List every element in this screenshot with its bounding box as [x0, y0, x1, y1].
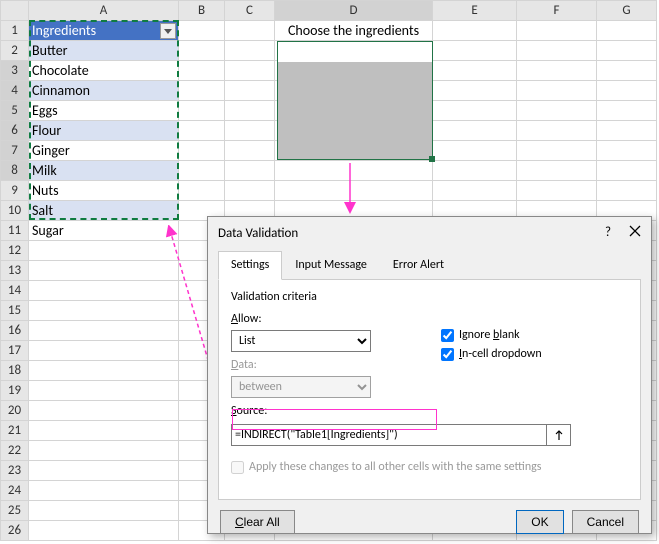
range-picker-icon[interactable] — [547, 424, 571, 446]
row-header[interactable]: 11 — [1, 221, 29, 241]
tab-input-message[interactable]: Input Message — [282, 251, 380, 279]
row-header[interactable]: 22 — [1, 441, 29, 461]
row-header[interactable]: 14 — [1, 281, 29, 301]
table-row[interactable]: Cinnamon — [29, 81, 179, 101]
col-header[interactable]: G — [597, 1, 657, 21]
source-label: Source: — [231, 404, 421, 418]
settings-panel: Validation criteria Allow: List Data: be… — [218, 280, 641, 500]
clear-all-button[interactable]: Clear All — [220, 510, 295, 534]
table-row[interactable]: Sugar — [29, 221, 179, 241]
col-header[interactable]: F — [517, 1, 597, 21]
row-header[interactable]: 8 — [1, 161, 29, 181]
apply-all-checkbox — [231, 461, 244, 474]
col-header[interactable]: A — [29, 1, 179, 21]
tab-settings[interactable]: Settings — [218, 251, 282, 280]
col-header[interactable]: D — [275, 1, 433, 21]
table-row[interactable]: Flour — [29, 121, 179, 141]
row-header[interactable]: 26 — [1, 521, 29, 541]
cell[interactable] — [517, 21, 597, 41]
ignore-blank-check[interactable]: Ignore blank — [441, 328, 542, 342]
help-button[interactable]: ? — [605, 225, 611, 241]
close-icon[interactable] — [629, 225, 641, 241]
table-row[interactable]: Nuts — [29, 181, 179, 201]
tab-error-alert[interactable]: Error Alert — [380, 251, 457, 279]
row-header[interactable]: 7 — [1, 141, 29, 161]
table-row[interactable]: Ginger — [29, 141, 179, 161]
row-header[interactable]: 12 — [1, 241, 29, 261]
row-header[interactable]: 18 — [1, 361, 29, 381]
row-header[interactable]: 10 — [1, 201, 29, 221]
table-row[interactable]: Milk — [29, 161, 179, 181]
cell[interactable] — [597, 21, 657, 41]
col-header[interactable]: C — [225, 1, 275, 21]
table-row[interactable]: Chocolate — [29, 61, 179, 81]
ignore-blank-checkbox[interactable] — [441, 329, 454, 342]
row-header[interactable]: 20 — [1, 401, 29, 421]
table-header-label: Ingredients — [32, 22, 96, 39]
row-header[interactable]: 24 — [1, 481, 29, 501]
ok-button[interactable]: OK — [516, 510, 563, 534]
row-header[interactable]: 23 — [1, 461, 29, 481]
col-header[interactable]: E — [433, 1, 517, 21]
row-header[interactable]: 6 — [1, 121, 29, 141]
row-header[interactable]: 21 — [1, 421, 29, 441]
row-header[interactable]: 25 — [1, 501, 29, 521]
table-row[interactable]: Butter — [29, 41, 179, 61]
cancel-button[interactable]: Cancel — [572, 510, 639, 534]
row-header[interactable]: 19 — [1, 381, 29, 401]
apply-all-check: Apply these changes to all other cells w… — [231, 460, 628, 474]
cell[interactable] — [225, 21, 275, 41]
row-header[interactable]: 13 — [1, 261, 29, 281]
row-header[interactable]: 16 — [1, 321, 29, 341]
apply-all-label: Apply these changes to all other cells w… — [249, 460, 541, 474]
table-row[interactable]: Salt — [29, 201, 179, 221]
dialog-titlebar[interactable]: Data Validation ? — [208, 217, 651, 249]
row-header[interactable]: 4 — [1, 81, 29, 101]
row-header[interactable]: 5 — [1, 101, 29, 121]
row-header[interactable]: 17 — [1, 341, 29, 361]
allow-select[interactable]: List — [231, 330, 371, 352]
cell[interactable] — [179, 21, 225, 41]
row-header[interactable]: 3 — [1, 61, 29, 81]
source-input[interactable] — [231, 424, 547, 446]
data-validation-dialog: Data Validation ? Settings Input Message… — [207, 216, 652, 534]
data-label: Data: — [231, 358, 421, 372]
row-header[interactable]: 2 — [1, 41, 29, 61]
incell-dropdown-checkbox[interactable] — [441, 348, 454, 361]
incell-dropdown-check[interactable]: In-cell dropdown — [441, 347, 542, 361]
dialog-tabs: Settings Input Message Error Alert — [218, 251, 641, 280]
filter-dropdown-icon[interactable] — [160, 23, 176, 39]
row-header[interactable]: 1 — [1, 21, 29, 41]
choose-title-cell[interactable]: Choose the ingredients — [275, 21, 433, 41]
table-row[interactable]: Eggs — [29, 101, 179, 121]
row-header[interactable]: 15 — [1, 301, 29, 321]
data-select: between — [231, 376, 371, 398]
col-header[interactable]: B — [179, 1, 225, 21]
allow-label: Allow: — [231, 312, 421, 326]
cell[interactable] — [433, 21, 517, 41]
row-header[interactable]: 9 — [1, 181, 29, 201]
criteria-group-label: Validation criteria — [231, 290, 628, 304]
table-header-cell[interactable]: Ingredients — [29, 21, 179, 41]
dialog-title: Data Validation — [218, 226, 298, 241]
